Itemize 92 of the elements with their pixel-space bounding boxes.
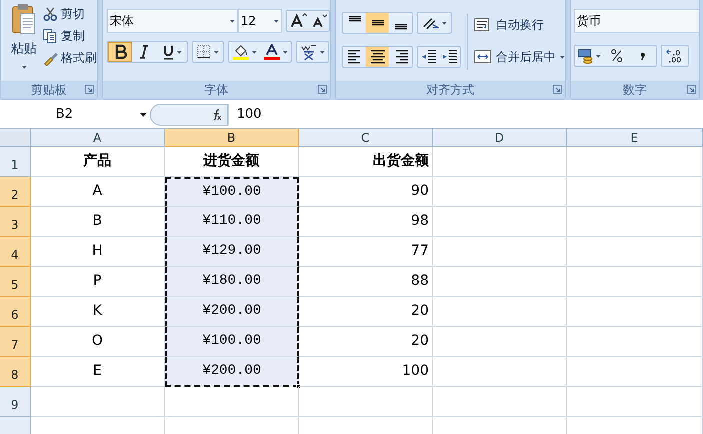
paste-button[interactable]: 粘贴 <box>7 2 41 81</box>
column-title: 产品 <box>31 147 165 177</box>
caret-icon <box>214 50 219 54</box>
caret-icon <box>283 50 288 54</box>
percent-icon <box>611 49 623 63</box>
clipboard-action[interactable]: 格式刷 <box>43 48 97 68</box>
row-header[interactable]: 4 <box>0 237 31 267</box>
font-size-field[interactable]: 12 <box>238 9 282 33</box>
paint-bucket-icon <box>232 44 250 60</box>
phonetic-icon <box>300 43 318 61</box>
row-header[interactable]: 9 <box>0 387 31 417</box>
brush-icon <box>43 50 58 66</box>
table-cell: ¥100.00 <box>165 327 299 357</box>
table-cell: 88 <box>299 267 433 297</box>
table-cell: 90 <box>299 177 433 207</box>
wrap-text-icon <box>474 17 492 33</box>
decrease-indent-icon <box>420 49 436 65</box>
caret-icon <box>140 112 147 116</box>
clipboard-action[interactable]: 剪切 <box>43 4 97 24</box>
row-header[interactable]: 8 <box>0 357 31 387</box>
comma-icon <box>640 51 646 61</box>
wrap-text-button[interactable]: 自动换行 <box>474 14 565 36</box>
table-cell: 98 <box>299 207 433 237</box>
column-header[interactable]: B <box>165 129 299 147</box>
center-align-icon <box>370 49 386 65</box>
table-cell: 100 <box>299 357 433 387</box>
table-cell: 20 <box>299 297 433 327</box>
clipboard-action[interactable]: 复制 <box>43 26 97 46</box>
row-header[interactable]: 6 <box>0 297 31 327</box>
caret-icon <box>560 56 565 58</box>
bold-icon <box>113 44 127 60</box>
merge-center-button[interactable]: 合并后居中 <box>474 46 565 68</box>
caret-icon <box>230 20 235 22</box>
table-cell: 20 <box>299 327 433 357</box>
bottom-align-icon <box>394 24 406 30</box>
merge-cells-icon <box>474 49 492 65</box>
group-label: 对齐方式 <box>426 82 474 99</box>
middle-align-icon <box>372 20 384 26</box>
caret-icon <box>442 22 447 24</box>
phonetic-button[interactable] <box>296 41 329 63</box>
increase-indent-icon <box>442 49 458 65</box>
dialog-launcher-icon <box>553 85 562 94</box>
font-style-button[interactable] <box>108 42 132 62</box>
fill-handle[interactable] <box>296 384 301 389</box>
font-color-icon <box>263 44 281 60</box>
caret-icon <box>252 50 257 54</box>
table-cell: ¥200.00 <box>165 357 299 387</box>
align-button[interactable] <box>366 13 389 33</box>
column-header[interactable]: D <box>433 129 567 147</box>
align-button[interactable] <box>366 47 389 67</box>
group-label: 数字 <box>623 82 647 99</box>
group-label: 剪贴板 <box>31 82 67 99</box>
copy-icon <box>43 28 58 44</box>
table-cell: 77 <box>299 237 433 267</box>
orientation-button[interactable] <box>417 12 452 34</box>
caret-icon <box>274 20 279 22</box>
borders-button[interactable] <box>192 41 224 63</box>
table-cell: ¥110.00 <box>165 207 299 237</box>
caret-icon <box>320 50 325 54</box>
caret-icon <box>177 50 182 54</box>
left-align-icon <box>346 49 362 65</box>
group-label: 字体 <box>204 82 228 99</box>
caret-icon <box>22 66 26 68</box>
money-icon <box>578 48 594 64</box>
row-header[interactable]: 5 <box>0 267 31 297</box>
caret-icon <box>596 54 601 58</box>
table-cell: ¥129.00 <box>165 237 299 267</box>
name-box[interactable]: B2 <box>0 104 150 126</box>
scissors-icon <box>43 6 58 22</box>
column-header[interactable]: E <box>567 129 703 147</box>
increase-decimal-button[interactable] <box>661 45 689 67</box>
table-cell: ¥180.00 <box>165 267 299 297</box>
formula-field[interactable]: 100 <box>228 104 703 126</box>
underline-icon <box>161 44 175 60</box>
clipboard-icon <box>11 3 37 37</box>
column-header[interactable]: C <box>299 129 433 147</box>
row-header[interactable]: 1 <box>0 147 31 177</box>
row-header[interactable]: 3 <box>0 207 31 237</box>
angled-text-icon <box>422 16 440 30</box>
table-cell: ¥200.00 <box>165 297 299 327</box>
column-title: 出货金额 <box>299 147 433 177</box>
borders-icon <box>197 45 211 59</box>
font-name-field[interactable]: 宋体 <box>107 9 238 33</box>
table-cell: ¥100.00 <box>165 177 299 207</box>
row-header[interactable]: 7 <box>0 327 31 357</box>
dialog-launcher-icon <box>318 85 327 94</box>
dialog-launcher-icon <box>687 85 696 94</box>
row-header[interactable]: 2 <box>0 177 31 207</box>
italic-icon <box>137 44 151 60</box>
number-format-field[interactable]: 货币 <box>574 9 699 33</box>
top-align-icon <box>348 16 360 22</box>
dialog-launcher-icon <box>85 85 94 94</box>
